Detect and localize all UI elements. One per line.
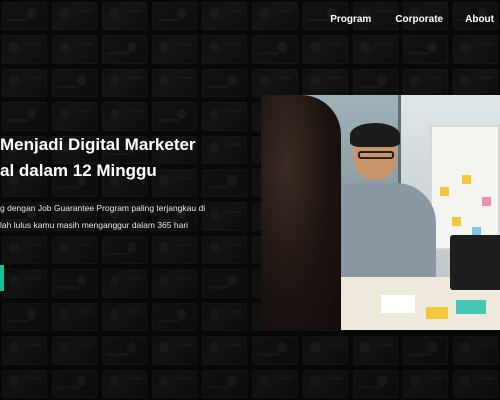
photo-whiteboard: [430, 125, 500, 250]
person-hair: [350, 123, 400, 147]
nav-corporate-link[interactable]: Corporate: [389, 14, 449, 25]
hero-photo: [261, 95, 500, 330]
hero-description-line-2: lah lulus kamu masih menganggur dalam 36…: [0, 220, 189, 230]
hero-section: Menjadi Digital Marketer al dalam 12 Min…: [0, 132, 250, 234]
desk-paper: [381, 295, 415, 313]
hero-description-line-1: g dengan Job Guarantee Program paling te…: [0, 203, 206, 213]
hero-cta-button[interactable]: [0, 265, 4, 291]
sticky-note: [452, 217, 461, 226]
person-glasses: [358, 151, 394, 159]
desk-note: [456, 300, 486, 314]
sticky-note: [462, 175, 471, 184]
sticky-note: [440, 187, 449, 196]
nav-program-link[interactable]: Program: [324, 14, 377, 25]
top-nav: Program Corporate About: [324, 14, 500, 25]
photo-laptop: [450, 235, 500, 290]
desk-note: [426, 307, 448, 319]
sticky-note: [482, 197, 491, 206]
hero-title-line-2: al dalam 12 Minggu: [0, 161, 157, 180]
hero-title-line-1: Menjadi Digital Marketer: [0, 135, 196, 154]
hero-description: g dengan Job Guarantee Program paling te…: [0, 200, 250, 234]
nav-about-link[interactable]: About: [459, 14, 500, 25]
hero-title: Menjadi Digital Marketer al dalam 12 Min…: [0, 132, 250, 184]
foreground-person: [261, 95, 341, 330]
